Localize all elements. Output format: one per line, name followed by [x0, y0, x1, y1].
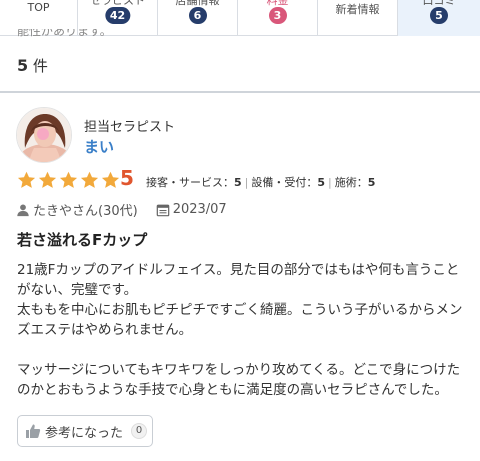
separator: | — [328, 176, 332, 189]
tab-reviews[interactable]: 口コミ 5 — [398, 0, 480, 36]
tab-label: TOP — [27, 1, 50, 14]
helpful-label: 参考になった — [45, 425, 124, 441]
review-body: 21歳Fカップのアイドルフェイス。見た目の部分ではもはや何も言うことがない、完璧… — [17, 260, 472, 400]
subscore-treatment-value: 5 — [367, 176, 376, 189]
calendar-icon — [156, 204, 169, 216]
star-icon — [38, 171, 57, 188]
tab-count-badge: 5 — [430, 7, 448, 24]
tab-label: 新着情報 — [335, 3, 380, 16]
tab-shop-info[interactable]: 店舗情報 6 — [158, 0, 238, 36]
subscore-facility-label: 設備・受付： — [251, 176, 318, 189]
helpful-count: 0 — [131, 423, 148, 439]
star-icon — [17, 171, 36, 188]
subscores: 接客・サービス：5 | 設備・受付：5 | 施術：5 — [146, 174, 375, 190]
review-title: 若さ溢れるFカップ — [17, 231, 148, 249]
review-body-paragraph: 太ももを中心にお肌もピチピチですごく綺麗。こういう子がいるからメンズエステはやめ… — [17, 302, 463, 338]
review-author: たきやさん(30代) — [33, 204, 138, 219]
therapist-role-label: 担当セラピスト — [84, 120, 176, 135]
user-icon — [17, 203, 29, 216]
subscore-service-label: 接客・サービス： — [146, 176, 234, 189]
review-body-paragraph: 21歳Fカップのアイドルフェイス。見た目の部分ではもはや何も言うことがない、完璧… — [17, 262, 460, 298]
therapist-name-link[interactable]: まい — [84, 136, 114, 157]
divider — [0, 91, 480, 93]
rating-stars — [16, 170, 121, 191]
tab-price[interactable]: 料金 3 — [238, 0, 318, 36]
notice-text-partial: 能性があります。 — [17, 29, 112, 38]
review-date: 2023/07 — [172, 202, 227, 217]
tab-count-badge: 42 — [104, 7, 131, 24]
tab-news[interactable]: 新着情報 — [318, 0, 398, 36]
tab-count-badge: 6 — [188, 7, 207, 24]
subscore-service-value: 5 — [234, 176, 242, 189]
subscore-facility-value: 5 — [317, 176, 326, 189]
review-meta: たきやさん(30代) 2023/07 — [16, 200, 227, 219]
rating-score: 5 — [120, 166, 134, 190]
subscore-treatment-label: 施術： — [334, 176, 368, 189]
separator: | — [244, 176, 249, 189]
star-icon — [59, 171, 78, 188]
helpful-button[interactable]: 参考になった 0 — [17, 415, 153, 447]
review-count: 5 件 — [17, 55, 48, 76]
review-body-paragraph: マッサージについてもキワキワをしっかり攻めてくる。どこで身につけたのかとおもうよ… — [17, 362, 461, 398]
therapist-avatar[interactable] — [16, 107, 72, 163]
thumbs-up-icon — [26, 424, 41, 438]
star-icon — [101, 171, 120, 188]
review-count-unit: 件 — [32, 57, 48, 75]
tab-count-badge: 3 — [268, 7, 287, 24]
star-icon — [80, 171, 99, 188]
review-count-number: 5 — [17, 56, 29, 75]
